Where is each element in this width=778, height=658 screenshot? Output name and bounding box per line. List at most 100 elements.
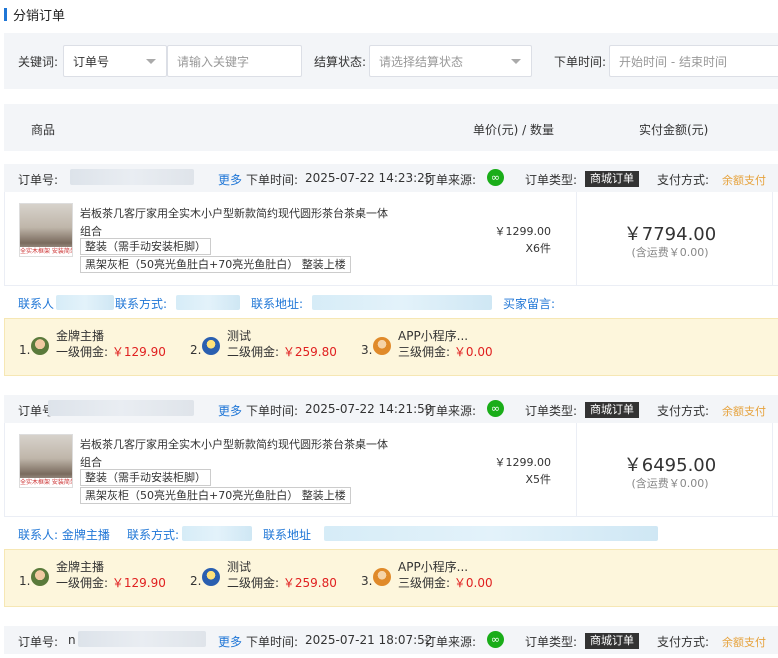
order-header: 订单号: n 更多 下单时间: 2025-07-21 18:07:52 订单来源… [4, 626, 778, 654]
order-type-tag: 商城订单 [585, 171, 639, 187]
contact-person-masked [56, 295, 114, 310]
order-no-masked [48, 400, 194, 416]
keyword-input[interactable]: 请输入关键字 [167, 45, 302, 77]
more-link[interactable]: 更多 [218, 633, 242, 650]
paid-amount: ￥7794.00 [623, 224, 717, 245]
unit-price: ￥1299.00 [494, 456, 552, 469]
avatar [202, 568, 220, 586]
order-body: 全实木框架 安装简单 岩板茶几客厅家用全实木小户型新款简约现代圆形茶台茶桌一体 … [4, 192, 778, 286]
chevron-down-icon [146, 59, 156, 64]
order-time: 2025-07-22 14:21:59 [305, 402, 433, 416]
product-thumbnail[interactable]: 全实木框架 安装简单 [19, 203, 73, 257]
product-name[interactable]: 岩板茶几客厅家用全实木小户型新款简约现代圆形茶台茶桌一体 [80, 205, 388, 221]
shipping-fee: (含运费￥0.00) [631, 477, 709, 490]
commission-name: 测试 [227, 329, 252, 343]
header-paid: 实付金额(元) [639, 123, 709, 137]
divider [576, 423, 577, 517]
commission-name: 金牌主播 [56, 329, 105, 343]
source-label: 订单来源: [424, 173, 477, 187]
commission-name: 金牌主播 [56, 560, 105, 574]
avatar [373, 568, 391, 586]
contact-addr-label: 联系地址: [251, 297, 304, 311]
keyword-type-value: 订单号 [73, 54, 110, 69]
commission-level: 一级佣金: ￥129.90 [56, 574, 166, 591]
commission-money: ￥129.90 [111, 576, 166, 590]
contact-addr-label: 联系地址 [263, 528, 312, 542]
commission-index: 1. [19, 343, 31, 357]
contact-phone-masked [182, 526, 252, 541]
table-header: 商品 单价(元) / 数量 实付金额(元) [4, 104, 778, 151]
pay-method-value: 余额支付 [722, 174, 766, 187]
commission-level: 二级佣金: ￥259.80 [227, 343, 337, 360]
keyword-type-select[interactable]: 订单号 [63, 45, 167, 77]
title-accent-bar [4, 7, 7, 21]
divider [772, 192, 773, 286]
order-time-label: 下单时间: [246, 173, 299, 187]
commission-level-label: 一级佣金: [56, 345, 109, 359]
source-label: 订单来源: [424, 635, 477, 649]
settle-placeholder: 请选择结算状态 [379, 54, 464, 69]
shipping-fee: (含运费￥0.00) [631, 246, 709, 259]
more-link[interactable]: 更多 [218, 171, 242, 188]
contact-phone-label: 联系方式: [127, 528, 180, 542]
thumbnail-caption: 全实木框架 安装简单 [20, 478, 72, 487]
avatar [31, 337, 49, 355]
unit-price: ￥1299.00 [494, 225, 552, 238]
page-title-text: 分销订单 [13, 8, 66, 24]
commission-money: ￥259.80 [282, 576, 337, 590]
order-type-label: 订单类型: [525, 173, 578, 187]
order-no-masked [70, 169, 194, 185]
settle-label: 结算状态: [314, 55, 367, 69]
pay-method-value: 余额支付 [722, 405, 766, 418]
commission-index: 3. [361, 574, 373, 588]
settle-status-select[interactable]: 请选择结算状态 [369, 45, 532, 77]
contact-addr-masked [312, 295, 492, 310]
order-time-label: 下单时间: [554, 55, 607, 69]
commission-row: 1. 金牌主播 一级佣金: ￥129.90 2. 测试 二级佣金: ￥259.8… [4, 318, 778, 376]
order-type-tag: 商城订单 [585, 402, 639, 418]
pay-method-value: 余额支付 [722, 636, 766, 649]
order-no-label: 订单号: [18, 173, 59, 187]
header-price-qty: 单价(元) / 数量 [473, 123, 555, 137]
filter-bar: 关键词: 订单号 请输入关键字 结算状态: 请选择结算状态 下单时间: 开始时间… [4, 33, 778, 89]
spec-tag: 黑架灰柜（50亮光鱼肚白+70亮光鱼肚白） 整装上楼 [80, 256, 351, 273]
order-time-label: 下单时间: [246, 404, 299, 418]
commission-money: ￥0.00 [453, 345, 493, 359]
commission-level: 三级佣金: ￥0.00 [398, 343, 493, 360]
keyword-label: 关键词: [18, 55, 59, 69]
thumbnail-caption: 全实木框架 安装简单 [20, 247, 72, 256]
commission-index: 1. [19, 574, 31, 588]
commission-index: 2. [190, 343, 202, 357]
order-type-label: 订单类型: [525, 404, 578, 418]
commission-money: ￥259.80 [282, 345, 337, 359]
order-no-prefix: n [68, 633, 76, 647]
commission-name: APP小程序... [398, 560, 469, 574]
chevron-down-icon [511, 59, 521, 64]
page-title: 分销订单 [4, 5, 66, 24]
commission-level: 二级佣金: ￥259.80 [227, 574, 337, 591]
link-icon: ∞ [487, 400, 504, 417]
date-range-input[interactable]: 开始时间 - 结束时间 [609, 45, 778, 77]
commission-name: APP小程序... [398, 329, 469, 343]
order-header: 订单号: 更多 下单时间: 2025-07-22 14:23:25 订单来源: … [4, 164, 778, 192]
product-thumbnail[interactable]: 全实木框架 安装简单 [19, 434, 73, 488]
spec-tag: 黑架灰柜（50亮光鱼肚白+70亮光鱼肚白） 整装上楼 [80, 487, 351, 504]
link-icon: ∞ [487, 169, 504, 186]
contact-phone-masked [176, 295, 240, 310]
product-name[interactable]: 岩板茶几客厅家用全实木小户型新款简约现代圆形茶台茶桌一体 [80, 436, 388, 452]
contact-person: 联系人 [18, 297, 55, 311]
contact-addr-masked [324, 526, 658, 541]
buyer-msg-label: 买家留言: [503, 297, 556, 311]
header-product: 商品 [31, 123, 56, 137]
commission-money: ￥129.90 [111, 345, 166, 359]
keyword-placeholder: 请输入关键字 [177, 54, 250, 69]
pay-method-label: 支付方式: [657, 404, 710, 418]
order-no-masked [78, 631, 206, 647]
commission-name: 测试 [227, 560, 252, 574]
commission-level: 三级佣金: ￥0.00 [398, 574, 493, 591]
commission-level: 一级佣金: ￥129.90 [56, 343, 166, 360]
more-link[interactable]: 更多 [218, 402, 242, 419]
order-time: 2025-07-22 14:23:25 [305, 171, 433, 185]
avatar [31, 568, 49, 586]
contact-phone-label: 联系方式: [115, 297, 168, 311]
